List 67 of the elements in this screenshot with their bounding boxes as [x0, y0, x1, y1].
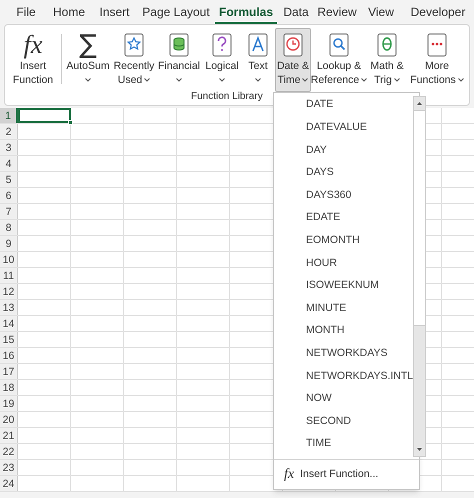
- ribbon-button[interactable]: ∑ AutoSum: [65, 28, 111, 92]
- menu-item[interactable]: TIME: [274, 432, 414, 456]
- ribbon-button[interactable]: Text: [243, 28, 273, 92]
- ribbon-button[interactable]: Logical: [203, 28, 241, 92]
- menu-item[interactable]: DAYS360: [274, 184, 414, 207]
- menu-item[interactable]: ISOWEEKNUM: [274, 274, 414, 298]
- function-icon: fx: [284, 464, 294, 485]
- ribbon-button[interactable]: fx Insert Function: [8, 28, 58, 92]
- row-header[interactable]: 14: [0, 316, 18, 331]
- menu-item[interactable]: EOMONTH: [274, 230, 414, 252]
- ribbon-button[interactable]: Lookup & Reference: [313, 28, 365, 92]
- row-header[interactable]: 19: [0, 396, 18, 411]
- menu-item[interactable]: NETWORKDAYS: [274, 342, 414, 366]
- scrollbar[interactable]: [413, 96, 426, 457]
- ribbon-button[interactable]: More Functions: [409, 28, 465, 92]
- row-header[interactable]: 18: [0, 380, 18, 395]
- row-header[interactable]: 13: [0, 300, 18, 315]
- ribbon-tab[interactable]: Home: [46, 2, 92, 24]
- row-header[interactable]: 12: [0, 284, 18, 299]
- ribbon-button[interactable]: Financial: [157, 28, 201, 92]
- row-header[interactable]: 16: [0, 348, 18, 363]
- function-icon: fx: [24, 31, 42, 59]
- scrollbar-thumb[interactable]: [414, 110, 426, 326]
- menu-item[interactable]: HOUR: [274, 252, 414, 275]
- ribbon-button[interactable]: Date & Time: [275, 28, 311, 92]
- ribbon-tab[interactable]: View: [359, 2, 403, 24]
- menu-item[interactable]: DAYS: [274, 162, 414, 184]
- sigma-icon: ∑: [79, 31, 97, 59]
- fill-handle[interactable]: [68, 120, 73, 125]
- row-header[interactable]: 1: [0, 108, 18, 123]
- ribbon-button[interactable]: Recently Used: [113, 28, 155, 92]
- row-header[interactable]: 21: [0, 428, 18, 443]
- row-header[interactable]: 7: [0, 204, 18, 219]
- row-header[interactable]: 3: [0, 140, 18, 155]
- ribbon-tab[interactable]: Page Layout: [137, 2, 215, 24]
- ribbon-tab[interactable]: Data: [277, 2, 315, 24]
- row-header[interactable]: 11: [0, 268, 18, 283]
- row-header[interactable]: 6: [0, 188, 18, 203]
- menu-item[interactable]: DATEVALUE: [274, 116, 414, 140]
- menu-item[interactable]: MONTH: [274, 320, 414, 343]
- ribbon-button[interactable]: Math & Trig: [367, 28, 407, 92]
- row-header[interactable]: 17: [0, 364, 18, 379]
- ribbon-tab[interactable]: Review: [315, 2, 359, 24]
- row-header[interactable]: 15: [0, 332, 18, 347]
- menu-item[interactable]: EDATE: [274, 206, 414, 230]
- row-header[interactable]: 2: [0, 124, 18, 139]
- group-label: Function Library: [191, 90, 263, 104]
- row-header[interactable]: 10: [0, 252, 18, 267]
- ribbon-tab[interactable]: File: [6, 2, 46, 24]
- ribbon-tab[interactable]: Developer: [403, 2, 473, 24]
- row-header[interactable]: 5: [0, 172, 18, 187]
- row-header[interactable]: 9: [0, 236, 18, 251]
- row-header[interactable]: 4: [0, 156, 18, 171]
- insert-function-item[interactable]: Insert Function...: [300, 466, 378, 482]
- menu-item[interactable]: DATE: [274, 94, 414, 117]
- selected-cell[interactable]: [18, 108, 71, 123]
- row-header[interactable]: 8: [0, 220, 18, 235]
- row-header[interactable]: 20: [0, 412, 18, 427]
- menu-item[interactable]: NETWORKDAYS.INTL: [274, 365, 414, 388]
- row-header[interactable]: 24: [0, 476, 18, 491]
- menu-item[interactable]: NOW: [274, 388, 414, 410]
- menu-item[interactable]: MINUTE: [274, 297, 414, 320]
- row-header[interactable]: 23: [0, 460, 18, 475]
- ribbon-tab[interactable]: Insert: [92, 2, 137, 24]
- menu-item[interactable]: SECOND: [274, 410, 414, 433]
- row-header[interactable]: 22: [0, 444, 18, 459]
- menu-item[interactable]: DAY: [274, 139, 414, 162]
